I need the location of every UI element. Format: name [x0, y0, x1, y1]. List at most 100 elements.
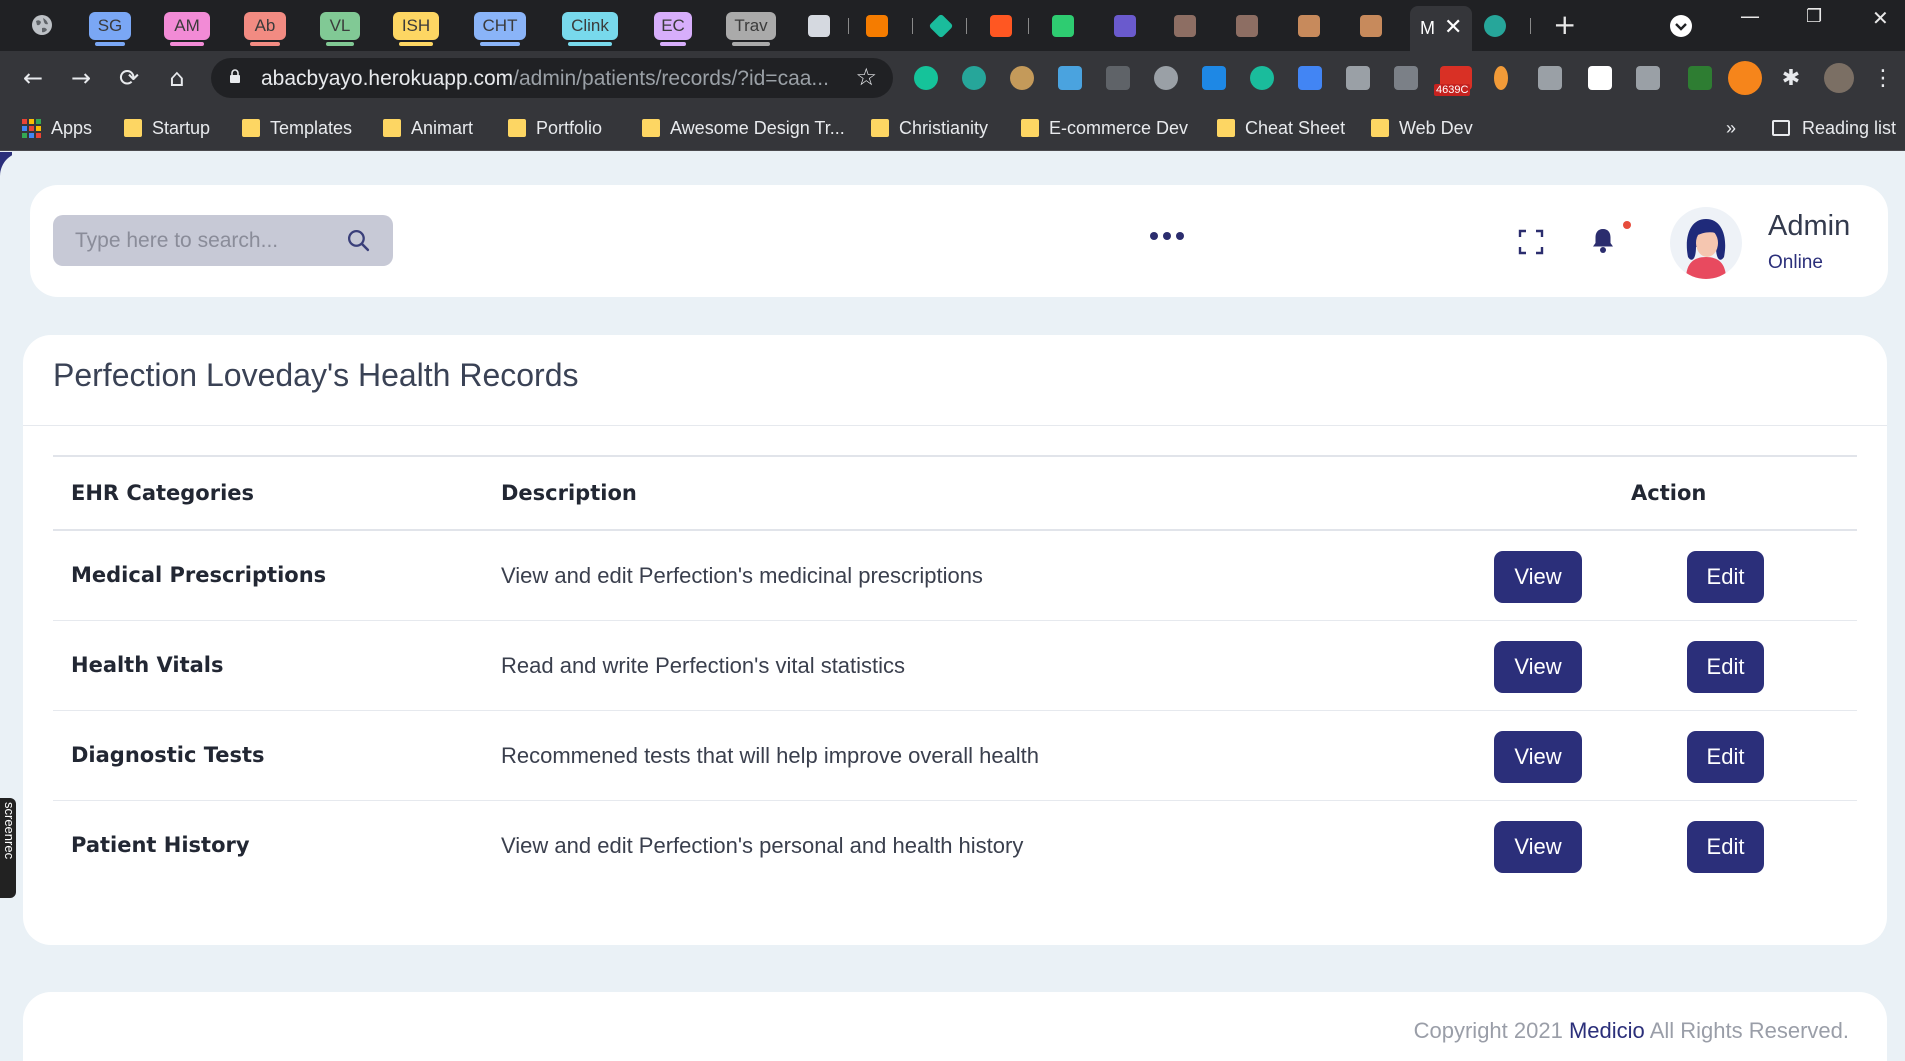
reload-icon[interactable]: ⟳	[114, 63, 144, 93]
tab-favicon-mail[interactable]	[1114, 15, 1136, 37]
view-prescriptions-button[interactable]: View	[1494, 551, 1582, 603]
row-description: Recommened tests that will help improve …	[501, 743, 1040, 768]
back-icon[interactable]: ←	[18, 63, 48, 93]
brand-link[interactable]: Medicio	[1569, 1018, 1645, 1043]
edit-prescriptions-button[interactable]: Edit	[1687, 551, 1764, 603]
search-input[interactable]	[53, 215, 343, 266]
a-extension-icon[interactable]	[1250, 66, 1274, 90]
fullscreen-icon[interactable]	[1518, 229, 1544, 255]
edit-vitals-button[interactable]: Edit	[1687, 641, 1764, 693]
close-icon[interactable]: ✕	[1444, 15, 1462, 40]
bookmark-star-icon[interactable]: ☆	[855, 63, 877, 91]
edit-diagnostic-tests-button[interactable]: Edit	[1687, 731, 1764, 783]
column-header-action: Action	[1631, 481, 1707, 505]
tab-favicon-diamond[interactable]	[928, 13, 954, 39]
bookmark-apps[interactable]: Apps	[22, 115, 92, 141]
bookmark-folder-awesome-design[interactable]: Awesome Design Tr...	[642, 115, 845, 141]
search-icon[interactable]	[346, 228, 371, 253]
folder-icon	[508, 119, 526, 137]
tab-favicon-book-2[interactable]	[1236, 15, 1258, 37]
tab-favicon-art[interactable]	[1298, 15, 1320, 37]
view-patient-history-button[interactable]: View	[1494, 821, 1582, 873]
extensions-puzzle-icon[interactable]: ✱	[1776, 63, 1806, 93]
bookmark-folder-christianity[interactable]: Christianity	[871, 115, 988, 141]
bookmark-label: Awesome Design Tr...	[670, 117, 845, 138]
tab-favicon-calendar[interactable]	[808, 15, 830, 37]
home-icon[interactable]: ⌂	[162, 63, 192, 93]
pin-extension-icon[interactable]	[1494, 66, 1508, 90]
minimize-icon[interactable]: —	[1740, 4, 1760, 28]
tab-favicon-q[interactable]	[1052, 15, 1074, 37]
folder-icon	[1021, 119, 1039, 137]
restore-icon[interactable]: ❐	[1806, 6, 1822, 27]
view-diagnostic-tests-button[interactable]: View	[1494, 731, 1582, 783]
edit-patient-history-button[interactable]: Edit	[1687, 821, 1764, 873]
address-bar[interactable]: abacbyayo.herokuapp.com/admin/patients/r…	[211, 58, 893, 98]
bookmark-folder-startup[interactable]: Startup	[124, 115, 210, 141]
active-tab[interactable]: M ✕	[1410, 6, 1472, 51]
tab-favicon-book[interactable]	[1174, 15, 1196, 37]
table-row: Health Vitals Read and write Perfection'…	[53, 621, 1857, 711]
forward-icon[interactable]: →	[66, 63, 96, 93]
admin-avatar[interactable]	[1670, 207, 1742, 279]
tab-group-trav[interactable]: Trav	[726, 12, 776, 46]
tab-group-sg[interactable]: SG	[89, 12, 131, 46]
profile-avatar[interactable]	[1824, 63, 1854, 93]
tab-group-ab[interactable]: Ab	[244, 12, 286, 46]
location-extension-icon[interactable]	[1202, 66, 1226, 90]
bookmark-folder-templates[interactable]: Templates	[242, 115, 352, 141]
admin-name[interactable]: Admin	[1768, 210, 1850, 243]
notion-extension-icon[interactable]	[1588, 66, 1612, 90]
camera-extension-icon[interactable]	[1538, 66, 1562, 90]
url-text[interactable]: abacbyayo.herokuapp.com/admin/patients/r…	[261, 67, 829, 91]
bookmark-label: Web Dev	[1399, 117, 1473, 138]
record-extension-icon[interactable]	[1154, 66, 1178, 90]
bookmarks-overflow-button[interactable]: »	[1726, 115, 1736, 141]
font-extension-icon[interactable]	[1058, 66, 1082, 90]
view-vitals-button[interactable]: View	[1494, 641, 1582, 693]
bookmark-folder-ecommerce-dev[interactable]: E-commerce Dev	[1021, 115, 1188, 141]
menu-kebab-icon[interactable]: ⋮	[1868, 63, 1898, 93]
bookmark-folder-web-dev[interactable]: Web Dev	[1371, 115, 1473, 141]
grammarly-extension-icon[interactable]	[914, 66, 938, 90]
k-extension-icon[interactable]	[1636, 66, 1660, 90]
tab-favicon-n[interactable]	[990, 15, 1012, 37]
page-title: Perfection Loveday's Health Records	[53, 357, 579, 393]
bookmark-label: E-commerce Dev	[1049, 117, 1189, 138]
metamask-extension-icon[interactable]	[1728, 61, 1762, 95]
tab-group-cht[interactable]: CHT	[474, 12, 526, 46]
tab-group-vl[interactable]: VL	[320, 12, 360, 46]
reading-list-button[interactable]: Reading list	[1772, 115, 1896, 141]
table-row: Medical Prescriptions View and edit Perf…	[53, 531, 1857, 621]
bookmark-folder-cheat-sheet[interactable]: Cheat Sheet	[1217, 115, 1345, 141]
column-header-description: Description	[501, 481, 637, 505]
globe-icon[interactable]	[30, 13, 54, 37]
cookie-extension-icon[interactable]	[1010, 66, 1034, 90]
lock-icon[interactable]	[229, 69, 241, 83]
more-options-icon[interactable]	[1150, 232, 1184, 240]
shield-extension-icon[interactable]	[1394, 66, 1418, 90]
bookmark-label: Templates	[270, 117, 353, 138]
tab-group-clink[interactable]: Clink	[562, 12, 618, 46]
tab-search-icon[interactable]	[1669, 14, 1693, 38]
bookmark-folder-animart[interactable]: Animart	[383, 115, 473, 141]
tab-separator	[1028, 18, 1029, 34]
print-extension-icon[interactable]	[1346, 66, 1370, 90]
screenrec-badge[interactable]: screenrec	[0, 798, 17, 898]
translate-extension-icon[interactable]	[1298, 66, 1322, 90]
bookmark-folder-portfolio[interactable]: Portfolio	[508, 115, 602, 141]
tab-group-am[interactable]: AM	[164, 12, 210, 46]
vpn-extension-icon[interactable]	[1688, 66, 1712, 90]
m-extension-icon[interactable]	[962, 66, 986, 90]
row-category: Health Vitals	[71, 653, 224, 677]
tab-favicon-m[interactable]	[1484, 15, 1506, 37]
avatar-illustration	[1686, 219, 1726, 279]
notification-bell-icon[interactable]	[1588, 225, 1618, 255]
tab-favicon-b[interactable]	[866, 15, 888, 37]
tab-favicon-art-2[interactable]	[1360, 15, 1382, 37]
close-window-icon[interactable]: ✕	[1872, 6, 1889, 30]
code-extension-icon[interactable]	[1106, 66, 1130, 90]
tab-group-ec[interactable]: EC	[654, 12, 692, 46]
new-tab-icon[interactable]: +	[1553, 8, 1576, 41]
tab-group-ish[interactable]: ISH	[393, 12, 439, 46]
